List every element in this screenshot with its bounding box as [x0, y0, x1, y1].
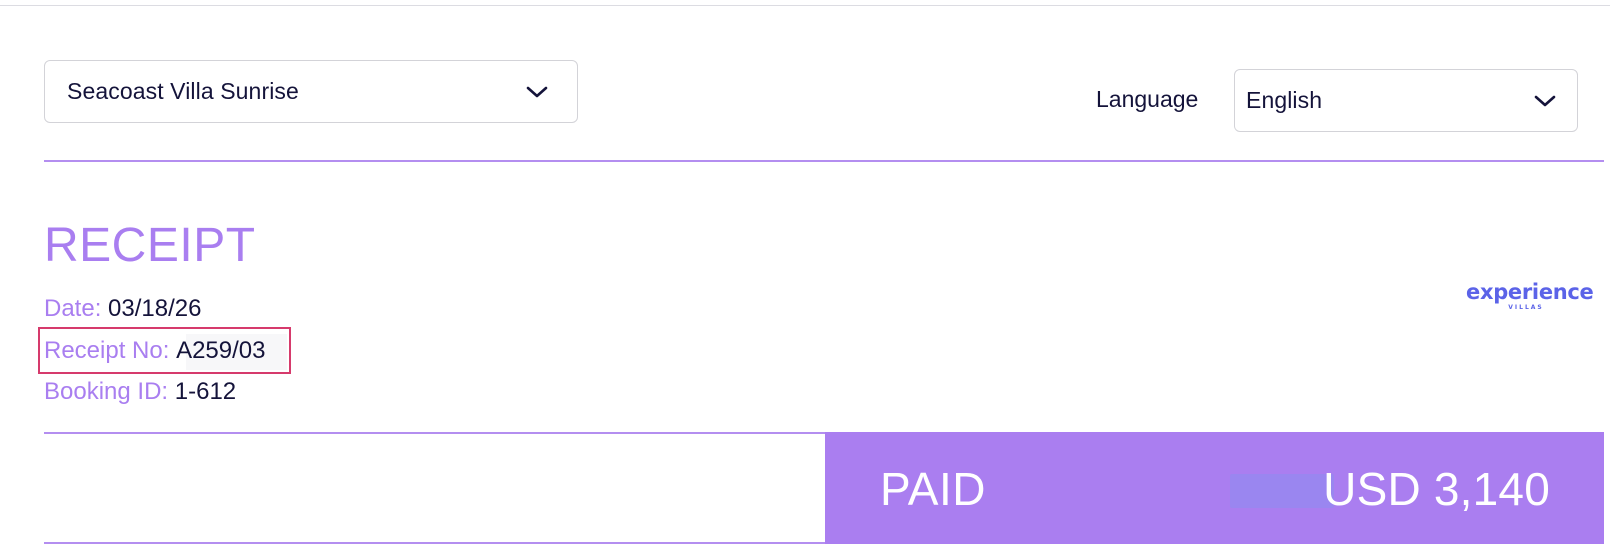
brand-logo-subname: VILLAS [1508, 304, 1544, 311]
receipt-number-highlight [38, 327, 291, 374]
booking-id-row: Booking ID: 1-612 [44, 380, 236, 404]
language-label: Language [1096, 86, 1199, 112]
top-divider [0, 5, 1610, 6]
language-select-value: English [1246, 87, 1323, 113]
page-title: RECEIPT [44, 219, 256, 272]
receipt-date-row: Date: 03/18/26 [44, 297, 201, 321]
booking-id-value: 1-612 [174, 378, 237, 405]
redaction-mark [1230, 474, 1334, 508]
property-select-value: Seacoast Villa Sunrise [67, 78, 299, 104]
paid-amount: USD 3,140 [1323, 463, 1550, 515]
brand-logo-name: experience [1466, 280, 1594, 304]
booking-id-label: Booking ID: [44, 378, 169, 405]
paid-status: PAID [880, 463, 986, 515]
date-label: Date: [44, 295, 102, 322]
language-select[interactable]: English [1234, 69, 1578, 132]
chevron-down-icon [1534, 95, 1556, 106]
date-value: 03/18/26 [108, 295, 202, 322]
chevron-down-icon [526, 86, 548, 97]
brand-logo: experience VILLAS [1466, 280, 1594, 312]
property-select[interactable]: Seacoast Villa Sunrise [44, 60, 578, 123]
section-divider [44, 160, 1604, 162]
